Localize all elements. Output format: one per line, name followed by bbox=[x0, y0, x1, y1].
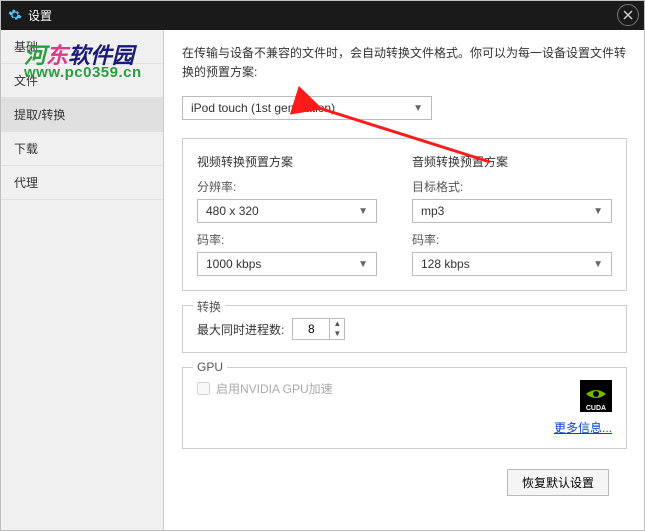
video-bitrate-value: 1000 kbps bbox=[206, 257, 261, 271]
chevron-down-icon: ▼ bbox=[593, 259, 603, 270]
audio-bitrate-dropdown[interactable]: 128 kbps ▼ bbox=[412, 252, 612, 276]
sidebar-item-proxy[interactable]: 代理 bbox=[0, 166, 163, 200]
more-info-link[interactable]: 更多信息... bbox=[554, 421, 612, 435]
chevron-down-icon: ▼ bbox=[358, 206, 368, 217]
gpu-legend: GPU bbox=[193, 360, 227, 374]
spinner-up-icon[interactable]: ▲ bbox=[330, 319, 344, 329]
video-bitrate-dropdown[interactable]: 1000 kbps ▼ bbox=[197, 252, 377, 276]
audio-bitrate-label: 码率: bbox=[412, 231, 612, 248]
cuda-logo-icon: CUDA bbox=[580, 380, 612, 412]
format-label: 目标格式: bbox=[412, 178, 612, 195]
content-panel: 在传输与设备不兼容的文件时，会自动转换文件格式。你可以为每一设备设置文件转换的预… bbox=[164, 30, 645, 531]
format-dropdown[interactable]: mp3 ▼ bbox=[412, 199, 612, 223]
gpu-checkbox[interactable] bbox=[197, 382, 210, 395]
preset-value: iPod touch (1st generation) bbox=[191, 101, 335, 115]
video-bitrate-label: 码率: bbox=[197, 231, 382, 248]
sidebar-item-basic[interactable]: 基础 bbox=[0, 30, 163, 64]
audio-heading: 音频转换预置方案 bbox=[412, 153, 612, 170]
close-icon bbox=[623, 10, 633, 20]
svg-text:CUDA: CUDA bbox=[586, 405, 606, 412]
restore-defaults-button[interactable]: 恢复默认设置 bbox=[507, 469, 609, 496]
convert-group: 转换 最大同时进程数: ▲ ▼ bbox=[182, 305, 627, 353]
format-value: mp3 bbox=[421, 204, 444, 218]
chevron-down-icon: ▼ bbox=[358, 259, 368, 270]
gpu-group: GPU 启用NVIDIA GPU加速 CUDA 更多信息... bbox=[182, 367, 627, 449]
gpu-checkbox-text: 启用NVIDIA GPU加速 bbox=[216, 380, 333, 397]
spinner-down-icon[interactable]: ▼ bbox=[330, 329, 344, 339]
resolution-dropdown[interactable]: 480 x 320 ▼ bbox=[197, 199, 377, 223]
convert-legend: 转换 bbox=[193, 298, 225, 315]
window-title: 设置 bbox=[28, 7, 52, 24]
sidebar-item-extract[interactable]: 提取/转换 bbox=[0, 98, 163, 132]
gpu-checkbox-label[interactable]: 启用NVIDIA GPU加速 bbox=[197, 380, 333, 397]
close-button[interactable] bbox=[617, 4, 639, 26]
video-heading: 视频转换预置方案 bbox=[197, 153, 382, 170]
resolution-value: 480 x 320 bbox=[206, 204, 259, 218]
chevron-down-icon: ▼ bbox=[413, 103, 423, 114]
sidebar: 基础 文件 提取/转换 下载 代理 bbox=[0, 30, 164, 531]
sidebar-item-download[interactable]: 下载 bbox=[0, 132, 163, 166]
description-text: 在传输与设备不兼容的文件时，会自动转换文件格式。你可以为每一设备设置文件转换的预… bbox=[182, 44, 627, 82]
resolution-label: 分辨率: bbox=[197, 178, 382, 195]
sidebar-item-file[interactable]: 文件 bbox=[0, 64, 163, 98]
threads-input[interactable] bbox=[293, 322, 329, 336]
threads-label: 最大同时进程数: bbox=[197, 321, 284, 338]
threads-spinner[interactable]: ▲ ▼ bbox=[292, 318, 345, 340]
audio-column: 音频转换预置方案 目标格式: mp3 ▼ 码率: 128 kbps ▼ bbox=[412, 153, 612, 276]
av-preset-group: 视频转换预置方案 分辨率: 480 x 320 ▼ 码率: 1000 kbps … bbox=[182, 138, 627, 291]
settings-icon bbox=[8, 8, 22, 22]
audio-bitrate-value: 128 kbps bbox=[421, 257, 470, 271]
chevron-down-icon: ▼ bbox=[593, 206, 603, 217]
title-bar: 设置 bbox=[0, 0, 645, 30]
video-column: 视频转换预置方案 分辨率: 480 x 320 ▼ 码率: 1000 kbps … bbox=[197, 153, 382, 276]
preset-dropdown[interactable]: iPod touch (1st generation) ▼ bbox=[182, 96, 432, 120]
